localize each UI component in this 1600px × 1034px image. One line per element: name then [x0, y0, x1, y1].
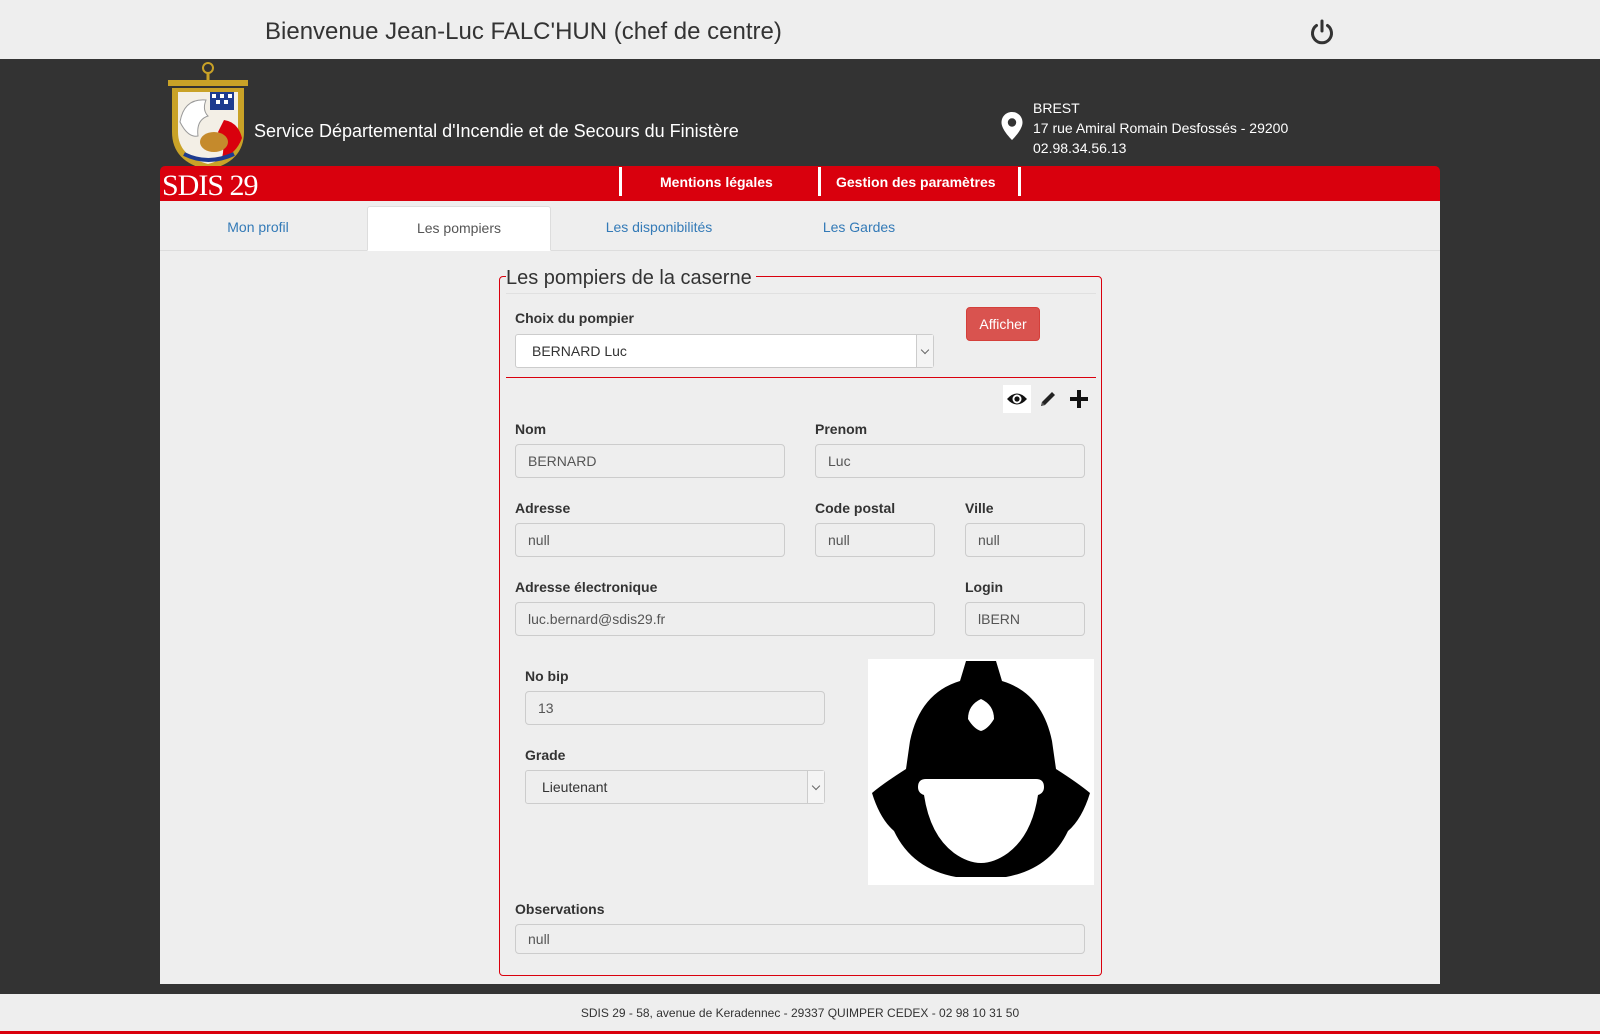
- edit-button[interactable]: [1034, 385, 1062, 413]
- firefighter-helmet-icon: [872, 661, 1090, 877]
- tab-les-disponibilites[interactable]: Les disponibilités: [567, 206, 751, 248]
- eye-icon: [1007, 393, 1027, 405]
- section-divider: [506, 377, 1096, 378]
- menu-separator: [1018, 167, 1021, 196]
- sdis-logo: [168, 62, 248, 170]
- main-menu-bar: SDIS 29 Mentions légales Gestion des par…: [160, 166, 1440, 201]
- ville-field[interactable]: null: [965, 523, 1085, 557]
- menu-separator: [619, 167, 622, 196]
- menu-gestion-parametres[interactable]: Gestion des paramètres: [836, 174, 996, 190]
- firefighter-avatar: [868, 659, 1094, 885]
- map-pin-icon: [1001, 112, 1023, 140]
- tab-mon-profil[interactable]: Mon profil: [166, 206, 350, 248]
- email-label: Adresse électronique: [515, 579, 658, 595]
- firefighter-select-value: BERNARD Luc: [532, 343, 627, 359]
- ville-label: Ville: [965, 500, 994, 516]
- tab-les-pompiers[interactable]: Les pompiers: [367, 206, 551, 251]
- bip-label: No bip: [525, 668, 569, 684]
- main-content: Mon profil Les pompiers Les disponibilit…: [160, 201, 1440, 984]
- address-city: BREST: [1033, 100, 1080, 116]
- view-button[interactable]: [1003, 385, 1031, 413]
- observations-field[interactable]: null: [515, 924, 1085, 954]
- grade-select[interactable]: Lieutenant: [525, 770, 825, 804]
- menu-separator: [818, 167, 821, 196]
- grade-label: Grade: [525, 747, 566, 763]
- firefighter-panel: Les pompiers de la caserne Choix du pomp…: [499, 267, 1102, 976]
- footer-text: SDIS 29 - 58, avenue de Keradennec - 293…: [580, 1006, 1020, 1020]
- afficher-button[interactable]: Afficher: [966, 307, 1040, 341]
- adresse-label: Adresse: [515, 500, 571, 516]
- chevron-down-icon: [807, 771, 824, 803]
- prenom-field[interactable]: Luc: [815, 444, 1085, 478]
- footer: SDIS 29 - 58, avenue de Keradennec - 293…: [0, 994, 1600, 1034]
- login-field[interactable]: lBERN: [965, 602, 1085, 636]
- nom-field[interactable]: BERNARD: [515, 444, 785, 478]
- power-icon[interactable]: [1308, 18, 1336, 46]
- sdis-wordmark: SDIS 29: [162, 169, 258, 201]
- email-field[interactable]: luc.bernard@sdis29.fr: [515, 602, 935, 636]
- choice-label: Choix du pompier: [515, 310, 634, 326]
- observations-label: Observations: [515, 901, 605, 917]
- address-phone: 02.98.34.56.13: [1033, 140, 1127, 156]
- adresse-field[interactable]: null: [515, 523, 785, 557]
- address-street: 17 rue Amiral Romain Desfossés - 29200: [1033, 120, 1289, 136]
- pencil-icon: [1041, 392, 1055, 406]
- nom-label: Nom: [515, 421, 547, 437]
- organization-name: Service Départemental d'Incendie et de S…: [254, 121, 739, 141]
- panel-title: Les pompiers de la caserne: [506, 267, 756, 290]
- top-bar: Bienvenue Jean-Luc FALC'HUN (chef de cen…: [0, 0, 1600, 59]
- welcome-message: Bienvenue Jean-Luc FALC'HUN (chef de cen…: [265, 18, 782, 45]
- firefighter-select[interactable]: BERNARD Luc: [515, 334, 934, 368]
- code-postal-field[interactable]: null: [815, 523, 935, 557]
- plus-icon: [1070, 390, 1088, 408]
- code-postal-label: Code postal: [815, 500, 896, 516]
- bip-field[interactable]: 13: [525, 691, 825, 725]
- grade-select-value: Lieutenant: [542, 779, 608, 795]
- tabs-divider: [160, 250, 1440, 251]
- contact-address: BREST 17 rue Amiral Romain Desfossés - 2…: [1033, 98, 1288, 158]
- menu-mentions-legales[interactable]: Mentions légales: [660, 174, 773, 190]
- tab-les-gardes[interactable]: Les Gardes: [767, 206, 951, 248]
- login-label: Login: [965, 579, 1004, 595]
- title-divider: [506, 293, 1096, 294]
- add-button[interactable]: [1065, 385, 1093, 413]
- chevron-down-icon: [916, 335, 933, 367]
- prenom-label: Prenom: [815, 421, 868, 437]
